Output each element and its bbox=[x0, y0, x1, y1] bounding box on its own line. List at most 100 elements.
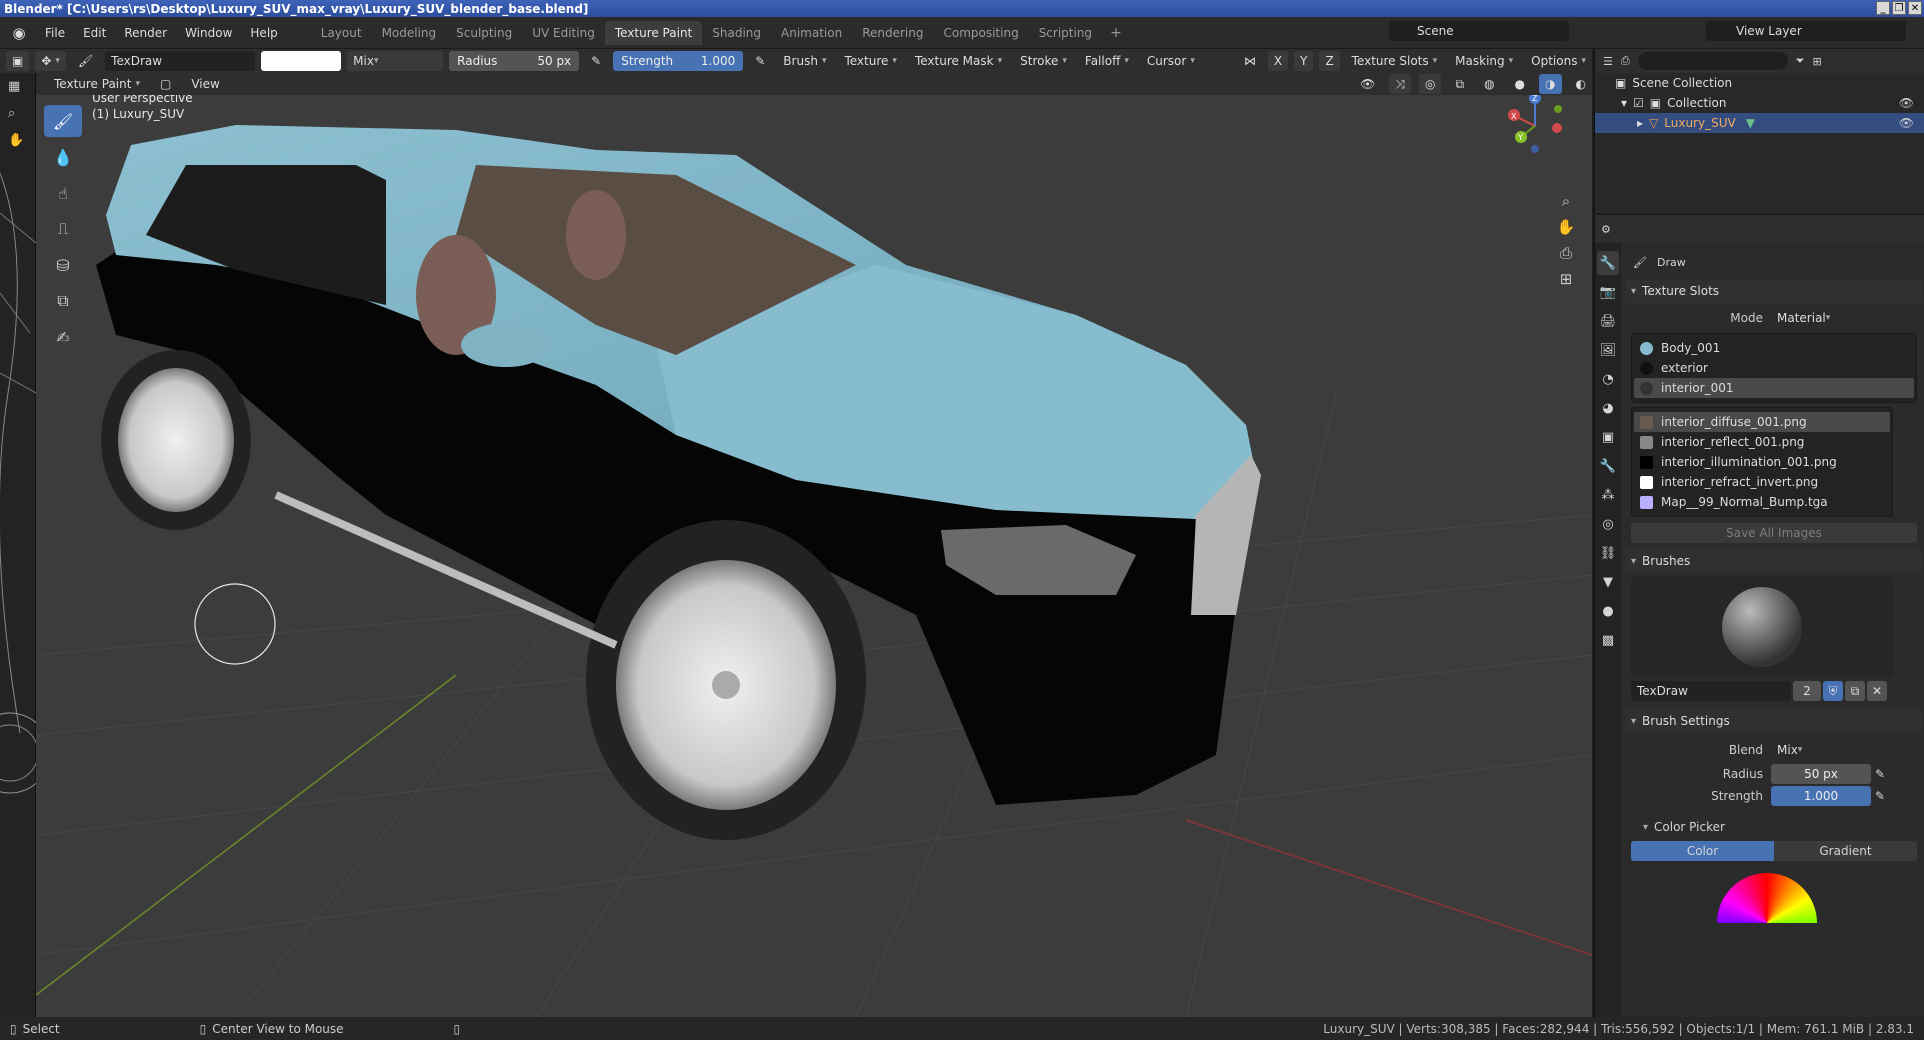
falloff-menu[interactable]: Falloff bbox=[1079, 51, 1135, 71]
cursor-menu[interactable]: Cursor bbox=[1141, 51, 1201, 71]
brush-name-field[interactable]: TexDraw bbox=[105, 51, 256, 71]
material-item-exterior[interactable]: exterior bbox=[1634, 358, 1914, 378]
navigation-gizmo[interactable]: X Y Z bbox=[1500, 95, 1570, 161]
brush-users-count[interactable]: 2 bbox=[1793, 681, 1821, 701]
menu-file[interactable]: File bbox=[36, 26, 74, 40]
draw-brush-tool-icon[interactable]: 🖌 bbox=[44, 105, 82, 137]
texture-menu[interactable]: Texture bbox=[838, 51, 902, 71]
axis-z-toggle[interactable]: Z bbox=[1319, 51, 1340, 71]
texture-tab-icon[interactable]: ▩ bbox=[1597, 628, 1619, 652]
duplicate-brush-icon[interactable]: ⧉ bbox=[1845, 681, 1865, 701]
tab-shading[interactable]: Shading bbox=[702, 21, 771, 45]
xray-icon[interactable]: ⧉ bbox=[1449, 74, 1470, 94]
rendered-shading-icon[interactable]: ◐ bbox=[1570, 74, 1592, 94]
save-all-images-button[interactable]: Save All Images bbox=[1631, 523, 1917, 543]
view-layer-selector[interactable]: View Layer bbox=[1706, 21, 1906, 41]
visibility-eye-icon[interactable]: 👁 bbox=[1899, 116, 1914, 130]
new-collection-icon[interactable]: ⊞ bbox=[1813, 55, 1822, 68]
outliner-row-scene-collection[interactable]: ▣ Scene Collection bbox=[1595, 73, 1924, 93]
outliner-editor-icon[interactable]: ☰ bbox=[1603, 55, 1613, 68]
gradient-tab[interactable]: Gradient bbox=[1774, 841, 1917, 861]
mode-select[interactable]: Texture Paint bbox=[48, 74, 146, 94]
gizmo-toggle-icon[interactable]: ⤨ bbox=[1389, 74, 1411, 94]
fake-user-shield-icon[interactable]: ⛨ bbox=[1823, 681, 1843, 701]
pan-hand-icon[interactable]: ✋ bbox=[1554, 215, 1578, 239]
3d-viewport[interactable]: User Perspective (1) Luxury_SUV X Y Z ⌕ … bbox=[36, 95, 1592, 1017]
image-slot-item[interactable]: interior_reflect_001.png bbox=[1634, 432, 1890, 452]
annotate-tool-icon[interactable]: ✍ bbox=[44, 321, 82, 353]
close-button[interactable]: ✕ bbox=[1908, 1, 1922, 15]
soften-tool-icon[interactable]: 💧 bbox=[44, 141, 82, 173]
blend-select[interactable]: Mix bbox=[1771, 740, 1909, 760]
texture-slots-panel-header[interactable]: Texture Slots bbox=[1625, 279, 1923, 303]
radius-pressure-icon[interactable]: ✎ bbox=[1875, 767, 1885, 781]
outliner-search-input[interactable] bbox=[1637, 52, 1788, 70]
material-tab-icon[interactable]: ● bbox=[1597, 599, 1619, 623]
color-picker-subpanel-header[interactable]: ▾ Color Picker bbox=[1625, 815, 1923, 839]
options-menu[interactable]: Options bbox=[1525, 51, 1592, 71]
tab-layout[interactable]: Layout bbox=[311, 21, 372, 45]
paint-mask-icon[interactable]: ▢ bbox=[154, 74, 177, 94]
camera-icon[interactable]: ⎙ bbox=[1554, 241, 1578, 265]
blend-select[interactable]: Mix bbox=[347, 51, 444, 71]
brush-name-field[interactable]: TexDraw bbox=[1631, 681, 1791, 701]
expand-arrow-icon[interactable]: ▸ bbox=[1637, 116, 1643, 130]
menu-edit[interactable]: Edit bbox=[74, 26, 115, 40]
pressure-icon[interactable]: ✎ bbox=[585, 51, 607, 71]
transform-icon[interactable]: ✥ bbox=[35, 51, 66, 71]
physics-tab-icon[interactable]: ◎ bbox=[1597, 512, 1619, 536]
add-workspace-button[interactable]: + bbox=[1102, 25, 1130, 41]
render-tab-icon[interactable]: 📷 bbox=[1597, 280, 1619, 304]
smear-tool-icon[interactable]: ☝ bbox=[44, 177, 82, 209]
editor-type-icon[interactable]: ▣ bbox=[6, 51, 30, 71]
color-wheel-area[interactable] bbox=[1625, 863, 1923, 923]
tab-modeling[interactable]: Modeling bbox=[372, 21, 447, 45]
scene-selector[interactable]: Scene bbox=[1389, 21, 1569, 41]
checkbox-icon[interactable]: ☑ bbox=[1633, 96, 1644, 110]
scene-tab-icon[interactable]: ◔ bbox=[1597, 367, 1619, 391]
wireframe-shading-icon[interactable]: ◍ bbox=[1478, 74, 1500, 94]
brush-settings-panel-header[interactable]: Brush Settings bbox=[1625, 709, 1923, 733]
tab-scripting[interactable]: Scripting bbox=[1029, 21, 1102, 45]
image-slot-item[interactable]: interior_illumination_001.png bbox=[1634, 452, 1890, 472]
menu-help[interactable]: Help bbox=[241, 26, 286, 40]
outliner-row-object[interactable]: ▸ ▽ Luxury_SUV ▼ 👁 bbox=[1595, 113, 1924, 133]
clone-tool-icon[interactable]: ⎍ bbox=[44, 213, 82, 245]
modifier-tab-icon[interactable]: 🔧 bbox=[1597, 454, 1619, 478]
zoom-icon[interactable]: ⌕ bbox=[8, 106, 27, 121]
strength-pressure-icon[interactable]: ✎ bbox=[749, 51, 771, 71]
brush-menu[interactable]: Brush bbox=[777, 51, 832, 71]
material-item-interior[interactable]: interior_001 bbox=[1634, 378, 1914, 398]
stroke-menu[interactable]: Stroke bbox=[1014, 51, 1073, 71]
image-slot-item[interactable]: interior_diffuse_001.png bbox=[1634, 412, 1890, 432]
overlay-toggle-icon[interactable]: ◎ bbox=[1419, 74, 1442, 94]
blender-logo-icon[interactable]: ◉ bbox=[8, 22, 30, 44]
axis-y-toggle[interactable]: Y bbox=[1294, 51, 1314, 71]
constraints-tab-icon[interactable]: ⛓ bbox=[1597, 541, 1619, 565]
symmetry-icon[interactable]: ⋈ bbox=[1238, 51, 1262, 71]
radius-slider[interactable]: 50 px bbox=[1771, 764, 1871, 784]
output-tab-icon[interactable]: 🖨 bbox=[1597, 309, 1619, 333]
image-editor-icon[interactable]: ▦ bbox=[8, 79, 27, 94]
strength-pressure-icon[interactable]: ✎ bbox=[1875, 789, 1885, 803]
unlink-brush-icon[interactable]: ✕ bbox=[1867, 681, 1887, 701]
tab-texture-paint[interactable]: Texture Paint bbox=[604, 20, 703, 45]
visibility-icon[interactable]: 👁 bbox=[1354, 74, 1381, 94]
texture-mask-menu[interactable]: Texture Mask bbox=[909, 51, 1008, 71]
tab-compositing[interactable]: Compositing bbox=[933, 21, 1028, 45]
grid-view-icon[interactable]: ⊞ bbox=[1554, 267, 1578, 291]
view-layer-tab-icon[interactable]: 🖼 bbox=[1597, 338, 1619, 362]
solid-shading-icon[interactable]: ● bbox=[1509, 74, 1531, 94]
menu-window[interactable]: Window bbox=[176, 26, 241, 40]
strength-slider[interactable]: 1.000 bbox=[1771, 786, 1871, 806]
fill-tool-icon[interactable]: ⛁ bbox=[44, 249, 82, 281]
particles-tab-icon[interactable]: ⁂ bbox=[1597, 483, 1619, 507]
radius-slider[interactable]: Radius 50 px bbox=[449, 51, 580, 71]
masking-menu[interactable]: Masking bbox=[1449, 51, 1519, 71]
axis-x-toggle[interactable]: X bbox=[1267, 51, 1289, 71]
tool-tab-icon[interactable]: 🔧 bbox=[1597, 251, 1619, 275]
tab-animation[interactable]: Animation bbox=[771, 21, 852, 45]
zoom-icon[interactable]: ⌕ bbox=[1554, 189, 1578, 213]
display-mode-icon[interactable]: ⎙ bbox=[1621, 54, 1630, 68]
world-tab-icon[interactable]: ◕ bbox=[1597, 396, 1619, 420]
